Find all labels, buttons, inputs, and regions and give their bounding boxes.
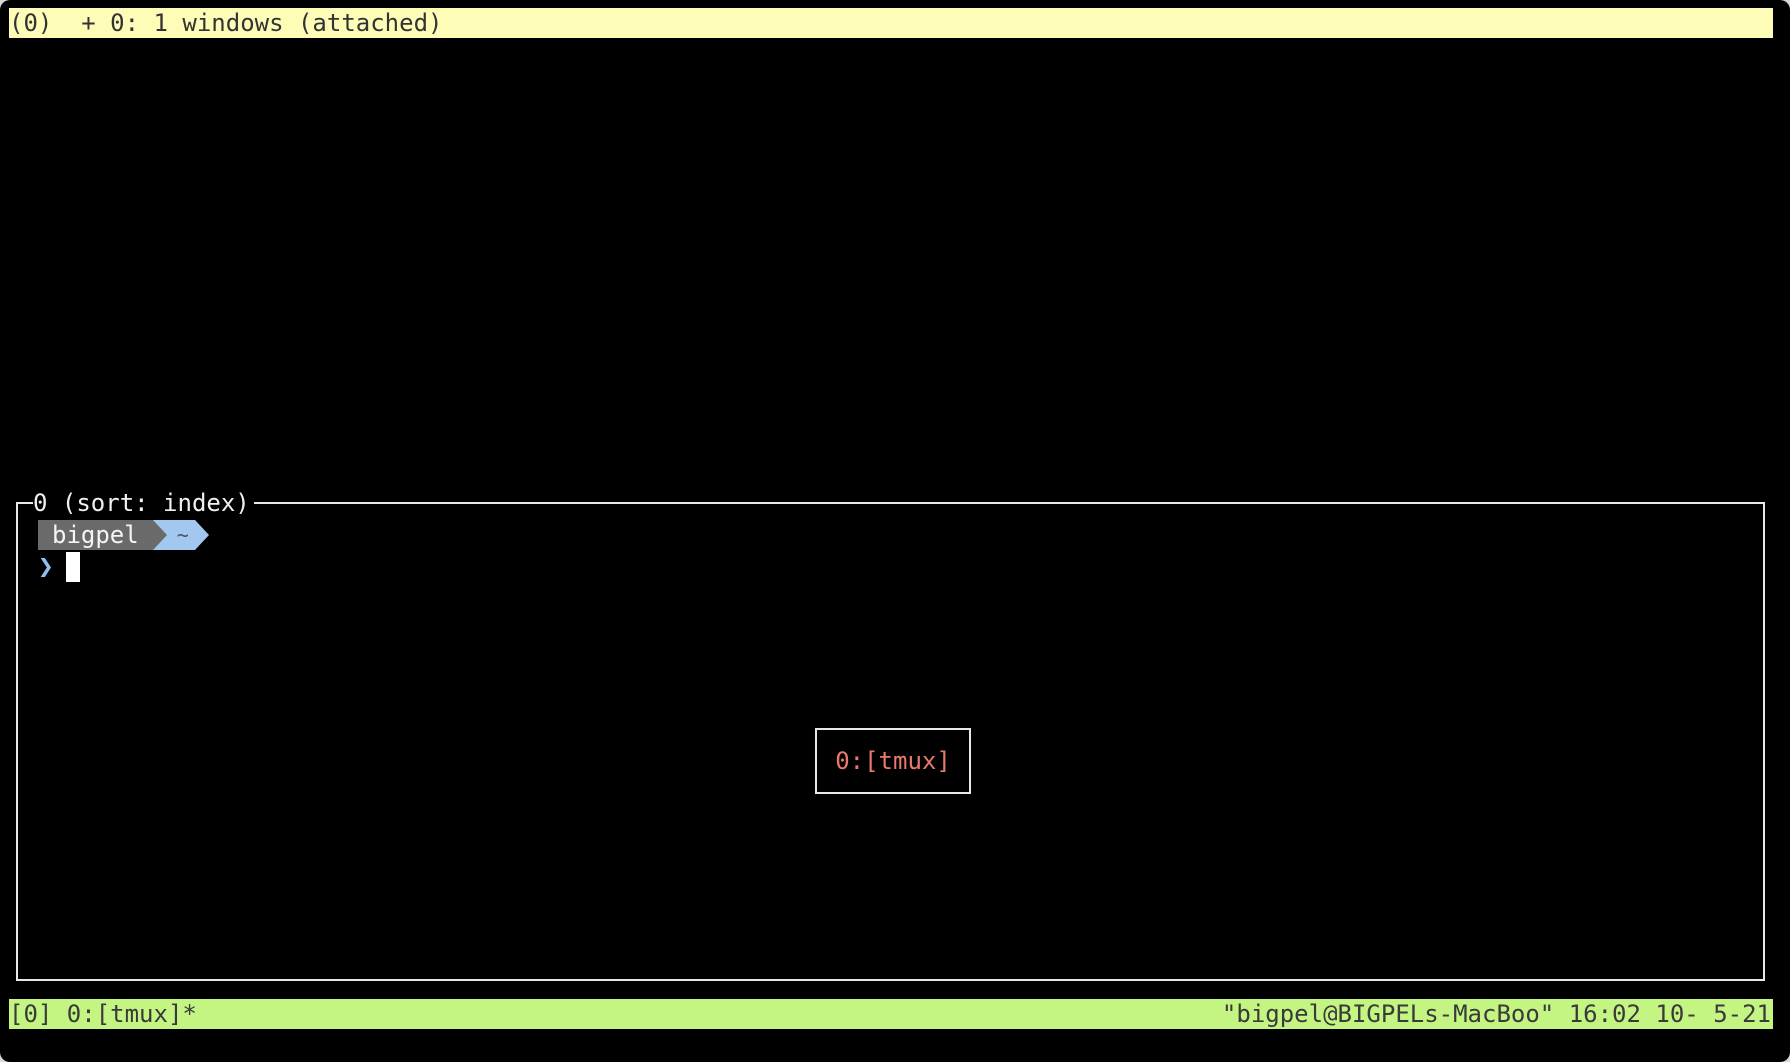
powerline-end-icon [194,520,209,550]
shell-prompt: bigpel ~ [38,520,209,550]
session-tree-row[interactable]: (0) + 0: 1 windows (attached) [9,8,1773,38]
status-host-time: "bigpel@BIGPELs-MacBoo" 16:02 10- 5-21 [1221,1000,1771,1028]
preview-border-corner [16,502,26,514]
powerline-separator-icon [152,520,167,550]
window-label-box: 0:[tmux] [815,728,971,794]
preview-title: 0 (sort: index) [33,488,254,518]
pane-preview: 0 (sort: index) bigpel ~ ❯ 0:[tmux] [16,488,1765,981]
command-line[interactable]: ❯ [38,552,80,582]
prompt-directory-segment: ~ [166,520,195,550]
prompt-user-segment: bigpel [38,520,153,550]
terminal-window: (0) + 0: 1 windows (attached) 0 (sort: i… [0,0,1790,1062]
tmux-status-bar: [0] 0:[tmux]* "bigpel@BIGPELs-MacBoo" 16… [9,999,1773,1029]
text-cursor [66,552,80,582]
prompt-chevron-icon: ❯ [38,552,54,582]
status-window-list[interactable]: [0] 0:[tmux]* [9,999,197,1029]
